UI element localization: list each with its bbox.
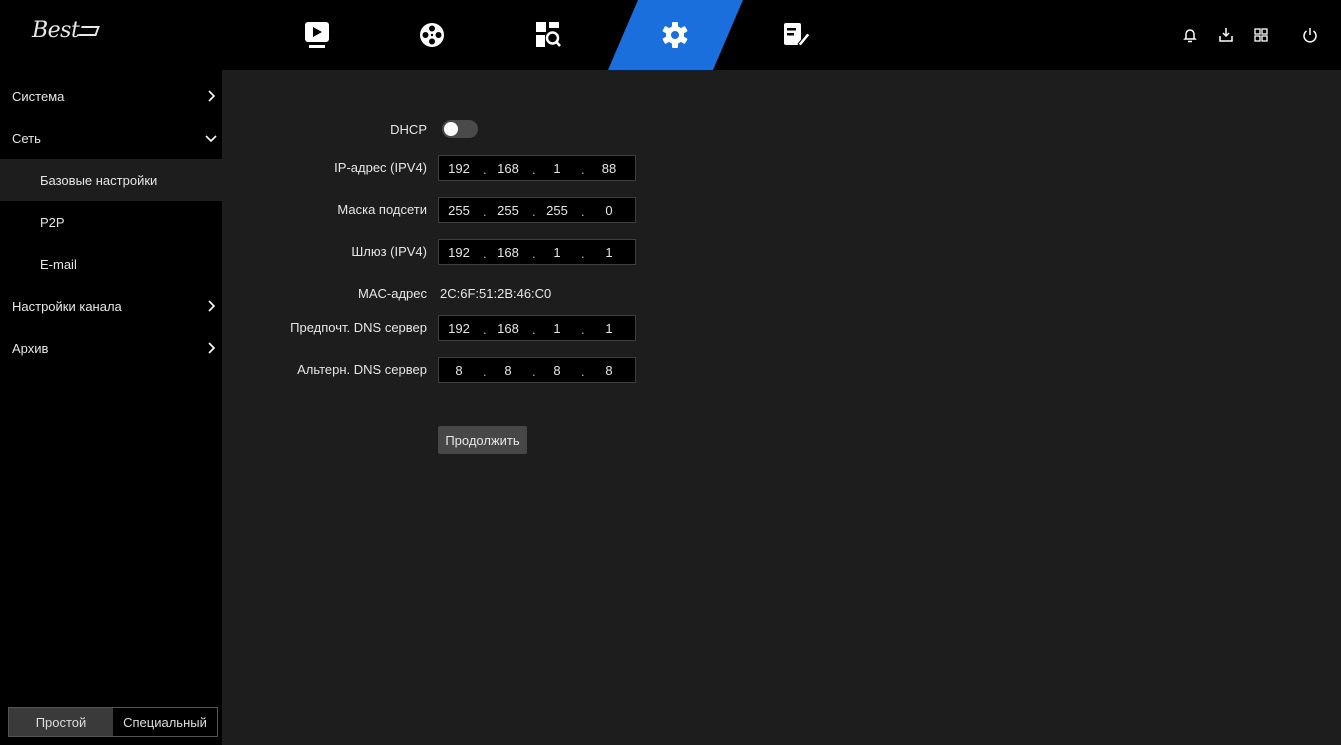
- sidebar-item-archive[interactable]: Архив: [0, 327, 222, 369]
- sidebar-item-network[interactable]: Сеть: [0, 117, 222, 159]
- layout-icon[interactable]: [1252, 26, 1270, 44]
- mac-value: 2C:6F:51:2B:46:C0: [440, 286, 552, 301]
- dns2-label: Альтерн. DNS сервер: [297, 362, 427, 377]
- mask-octet: 255: [448, 203, 470, 218]
- gear-icon: [662, 22, 688, 48]
- gateway-label: Шлюз (IPV4): [351, 244, 427, 259]
- sidebar-item-basic-settings[interactable]: Базовые настройки: [0, 159, 222, 201]
- sidebar-item-label: Архив: [12, 340, 49, 356]
- dns1-octet: 1: [553, 321, 561, 336]
- tab-playback[interactable]: [272, 0, 362, 70]
- mask-label: Маска подсети: [337, 202, 427, 217]
- mask-octet: 255: [546, 203, 568, 218]
- dns1-octet: 192: [448, 321, 470, 336]
- dns2-octet: 8: [553, 363, 561, 378]
- sidebar-item-system[interactable]: Система: [0, 75, 222, 117]
- sidebar-item-p2p[interactable]: P2P: [0, 201, 222, 243]
- sidebar-item-label: Настройки канала: [12, 298, 122, 314]
- chevron-right-icon: [208, 300, 216, 312]
- mask-row: Маска подсети 255 . 255 . 255 . 0: [222, 197, 822, 223]
- mask-octet: 255: [497, 203, 519, 218]
- gateway-row: Шлюз (IPV4) 192 . 168 . 1 . 1: [222, 239, 822, 265]
- dhcp-row: DHCP: [222, 117, 822, 143]
- dns2-octet: 8: [455, 363, 463, 378]
- sidebar-item-label: Сеть: [12, 130, 41, 146]
- sidebar-item-channel-settings[interactable]: Настройки канала: [0, 285, 222, 327]
- toggle-knob: [444, 122, 458, 136]
- dhcp-label: DHCP: [390, 122, 427, 137]
- gateway-octet: 1: [605, 245, 613, 260]
- mode-switch: Простой Специальный: [8, 707, 218, 737]
- special-mode-button[interactable]: Специальный: [113, 708, 217, 736]
- sidebar-item-label: E-mail: [40, 256, 77, 272]
- tab-film[interactable]: [387, 0, 477, 70]
- sidebar-item-email[interactable]: E-mail: [0, 243, 222, 285]
- dns1-row: Предпочт. DNS сервер 192 . 168 . 1 . 1: [222, 315, 822, 341]
- simple-mode-button[interactable]: Простой: [9, 708, 113, 736]
- ip-row: IP-адрес (IPV4) 192 . 168 . 1 . 88: [222, 155, 822, 181]
- dns1-octet: 168: [497, 321, 519, 336]
- sidebar-item-label: Система: [12, 88, 65, 104]
- tab-search[interactable]: [503, 0, 593, 70]
- sidebar-item-label: Базовые настройки: [40, 172, 158, 188]
- dhcp-toggle[interactable]: [442, 120, 478, 138]
- sidebar: Система Сеть Базовые настройки P2P E-mai…: [0, 70, 222, 745]
- alternate-dns-input[interactable]: 8 . 8 . 8 . 8: [438, 357, 636, 383]
- ip-octet: 1: [553, 161, 561, 176]
- mask-octet: 0: [605, 203, 613, 218]
- play-icon: [305, 22, 329, 48]
- chevron-down-icon: [205, 135, 217, 143]
- film-reel-icon: [420, 23, 444, 47]
- chevron-right-icon: [208, 342, 216, 354]
- tab-maintenance[interactable]: [752, 0, 842, 70]
- subnet-mask-input[interactable]: 255 . 255 . 255 . 0: [438, 197, 636, 223]
- gateway-octet: 192: [448, 245, 470, 260]
- bell-icon[interactable]: [1181, 26, 1199, 44]
- dns2-octet: 8: [605, 363, 613, 378]
- ip-octet: 192: [448, 161, 470, 176]
- sidebar-item-label: P2P: [40, 214, 65, 230]
- dns2-octet: 8: [504, 363, 512, 378]
- gateway-input[interactable]: 192 . 168 . 1 . 1: [438, 239, 636, 265]
- dns1-octet: 1: [605, 321, 613, 336]
- edit-tool-icon: [784, 23, 811, 47]
- dns2-row: Альтерн. DNS сервер 8 . 8 . 8 . 8: [222, 357, 822, 383]
- ip-label: IP-адрес (IPV4): [334, 160, 427, 175]
- dns1-label: Предпочт. DNS сервер: [290, 320, 427, 335]
- ip-octet: 168: [497, 161, 519, 176]
- preferred-dns-input[interactable]: 192 . 168 . 1 . 1: [438, 315, 636, 341]
- mac-row: MAC-адрес 2C:6F:51:2B:46:C0: [222, 281, 822, 307]
- download-icon[interactable]: [1217, 26, 1235, 44]
- ip-address-input[interactable]: 192 . 168 . 1 . 88: [438, 155, 636, 181]
- gateway-octet: 1: [553, 245, 561, 260]
- power-icon[interactable]: [1301, 26, 1319, 44]
- ip-octet: 88: [601, 161, 617, 176]
- chevron-right-icon: [208, 90, 216, 102]
- mac-label: MAC-адрес: [358, 286, 427, 301]
- gateway-octet: 168: [497, 245, 519, 260]
- brand-logo: Best: [32, 18, 101, 43]
- continue-button[interactable]: Продолжить: [438, 426, 527, 454]
- top-bar: Best: [0, 0, 1341, 70]
- search-grid-icon: [536, 22, 561, 47]
- tab-settings[interactable]: [630, 0, 720, 70]
